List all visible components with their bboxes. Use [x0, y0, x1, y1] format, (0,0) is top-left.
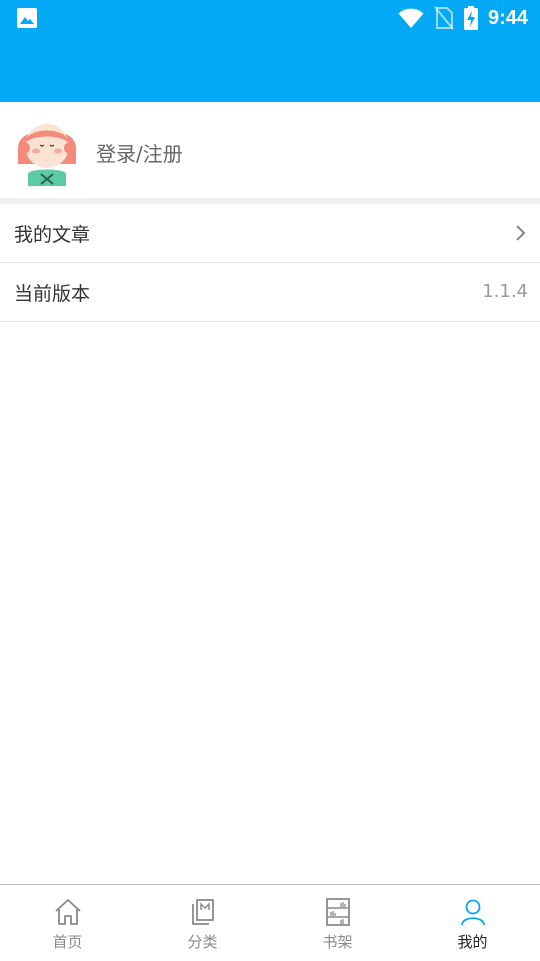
status-time: 9:44 [487, 6, 528, 29]
menu-item-label: 当前版本 [14, 283, 91, 305]
tab-label: 分类 [187, 933, 218, 951]
image-notification-icon [17, 8, 37, 28]
tab-label: 我的 [457, 933, 488, 951]
tab-bookshelf[interactable]: 书架 [270, 885, 405, 961]
category-icon [191, 899, 214, 925]
version-value: 1.1.4 [482, 281, 528, 302]
tab-mine[interactable]: 我的 [405, 885, 540, 961]
profile-section[interactable]: 登录/注册 [0, 102, 540, 198]
home-icon [54, 899, 81, 925]
bottom-tab-bar: 首页 分类 书架 我的 [0, 884, 540, 961]
app-header: 9:44 [0, 0, 540, 102]
login-register-link[interactable]: 登录/注册 [96, 138, 183, 167]
menu-item-my-articles[interactable]: 我的文章 [0, 204, 540, 263]
menu-item-label: 我的文章 [14, 224, 91, 246]
bookshelf-icon [325, 898, 350, 926]
status-bar: 9:44 [0, 0, 540, 36]
chevron-right-icon [516, 225, 526, 241]
wifi-icon [398, 8, 424, 28]
avatar[interactable] [14, 114, 80, 186]
no-sim-icon [434, 6, 454, 30]
user-icon [460, 899, 485, 926]
tab-label: 书架 [322, 933, 353, 951]
battery-charging-icon [463, 6, 478, 30]
menu-item-current-version: 当前版本 1.1.4 [0, 263, 540, 322]
tab-category[interactable]: 分类 [135, 885, 270, 961]
tab-label: 首页 [52, 933, 83, 951]
tab-home[interactable]: 首页 [0, 885, 135, 961]
